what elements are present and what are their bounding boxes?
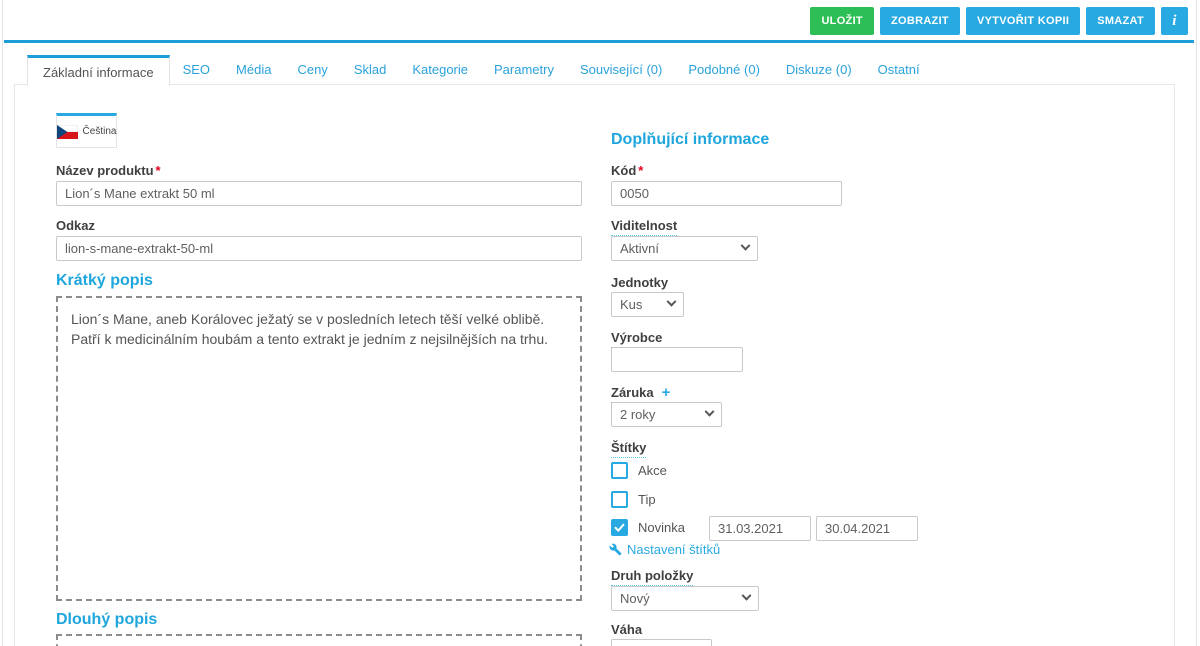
item-type-label: Druh položky xyxy=(611,568,694,586)
required-asterisk: * xyxy=(638,163,644,178)
required-asterisk: * xyxy=(155,163,161,178)
checkbox-akce-label: Akce xyxy=(638,462,667,478)
units-select-value: Kus xyxy=(620,297,643,312)
tag-row-novinka: Novinka xyxy=(611,518,685,536)
tab-kategorie[interactable]: Kategorie xyxy=(399,55,481,84)
novinka-date-from-input[interactable] xyxy=(709,516,811,541)
long-description-editor[interactable] xyxy=(56,634,582,646)
tab-zakladni-informace[interactable]: Základní informace xyxy=(27,55,170,86)
product-name-label: Název produktu * xyxy=(56,163,161,178)
units-label: Jednotky xyxy=(611,275,669,290)
warranty-select[interactable]: 2 roky xyxy=(611,402,722,427)
chevron-down-icon xyxy=(704,406,715,417)
product-name-input[interactable] xyxy=(56,181,582,206)
product-edit-page: ULOŽIT ZOBRAZIT VYTVOŘIT KOPII SMAZAT i … xyxy=(0,0,1200,646)
save-button[interactable]: ULOŽIT xyxy=(810,7,874,35)
long-description-heading: Dlouhý popis xyxy=(56,611,158,628)
tab-podobne[interactable]: Podobné (0) xyxy=(675,55,773,84)
tab-souvisejici[interactable]: Související (0) xyxy=(567,55,675,84)
czech-flag-icon xyxy=(56,124,78,139)
visibility-select-value: Aktivní xyxy=(620,241,660,256)
tab-parametry[interactable]: Parametry xyxy=(481,55,567,84)
add-warranty-button[interactable]: + xyxy=(661,384,671,403)
checkbox-novinka-label: Novinka xyxy=(638,519,685,535)
tab-bar: Základní informace SEO Média Ceny Sklad … xyxy=(27,55,933,86)
checkbox-tip-label: Tip xyxy=(638,491,656,507)
chevron-down-icon xyxy=(740,240,751,251)
language-tab-czech[interactable]: Čeština xyxy=(56,113,117,148)
check-icon xyxy=(614,523,625,532)
novinka-date-to-input[interactable] xyxy=(816,516,918,541)
weight-input[interactable] xyxy=(611,639,712,646)
visibility-select[interactable]: Aktivní xyxy=(611,236,758,261)
checkbox-tip[interactable] xyxy=(611,490,628,508)
create-copy-button[interactable]: VYTVOŘIT KOPII xyxy=(965,7,1081,35)
url-label: Odkaz xyxy=(56,218,96,233)
page-left-border xyxy=(2,0,3,646)
visibility-label: Viditelnost xyxy=(611,218,678,236)
code-input[interactable] xyxy=(611,181,842,206)
tab-diskuze[interactable]: Diskuze (0) xyxy=(773,55,865,84)
checkbox-novinka[interactable] xyxy=(611,518,628,536)
manufacturer-label: Výrobce xyxy=(611,330,663,348)
short-description-editor[interactable]: Lion´s Mane, aneb Korálovec ježatý se v … xyxy=(56,296,582,601)
long-description-text xyxy=(58,636,580,646)
weight-label: Váha xyxy=(611,622,643,637)
view-button[interactable]: ZOBRAZIT xyxy=(879,7,960,35)
wrench-icon xyxy=(609,543,622,556)
tag-settings-link-label: Nastavení štítků xyxy=(627,542,721,557)
manufacturer-input[interactable] xyxy=(611,347,743,372)
page-right-border xyxy=(1196,0,1197,646)
language-tab-label: Čeština xyxy=(82,126,117,137)
header-divider xyxy=(4,40,1194,43)
warranty-label: Záruka + xyxy=(611,384,671,403)
tab-media[interactable]: Média xyxy=(223,55,284,84)
header-actions: ULOŽIT ZOBRAZIT VYTVOŘIT KOPII SMAZAT i xyxy=(810,7,1188,35)
info-button[interactable]: i xyxy=(1161,7,1188,35)
tab-sklad[interactable]: Sklad xyxy=(341,55,400,84)
tab-ostatni[interactable]: Ostatní xyxy=(865,55,933,84)
tab-ceny[interactable]: Ceny xyxy=(284,55,340,84)
url-input[interactable] xyxy=(56,236,582,261)
tags-label: Štítky xyxy=(611,440,647,458)
chevron-down-icon xyxy=(741,590,752,601)
additional-info-heading: Doplňující informace xyxy=(611,131,770,148)
units-select[interactable]: Kus xyxy=(611,292,684,317)
code-label: Kód * xyxy=(611,163,644,178)
tag-settings-link[interactable]: Nastavení štítků xyxy=(609,542,720,557)
basic-info-panel: Čeština Název produktu* Odkaz Krátký pop… xyxy=(14,84,1175,646)
tag-row-akce: Akce xyxy=(611,461,667,479)
warranty-select-value: 2 roky xyxy=(620,407,656,422)
chevron-down-icon xyxy=(666,296,677,307)
short-description-text: Lion´s Mane, aneb Korálovec ježatý se v … xyxy=(71,311,549,348)
item-type-select[interactable]: Nový xyxy=(611,586,759,611)
delete-button[interactable]: SMAZAT xyxy=(1086,7,1155,35)
item-type-select-value: Nový xyxy=(620,591,650,606)
tag-row-tip: Tip xyxy=(611,490,656,508)
short-description-heading: Krátký popis xyxy=(56,272,153,289)
checkbox-akce[interactable] xyxy=(611,461,628,479)
tab-seo[interactable]: SEO xyxy=(170,55,223,84)
